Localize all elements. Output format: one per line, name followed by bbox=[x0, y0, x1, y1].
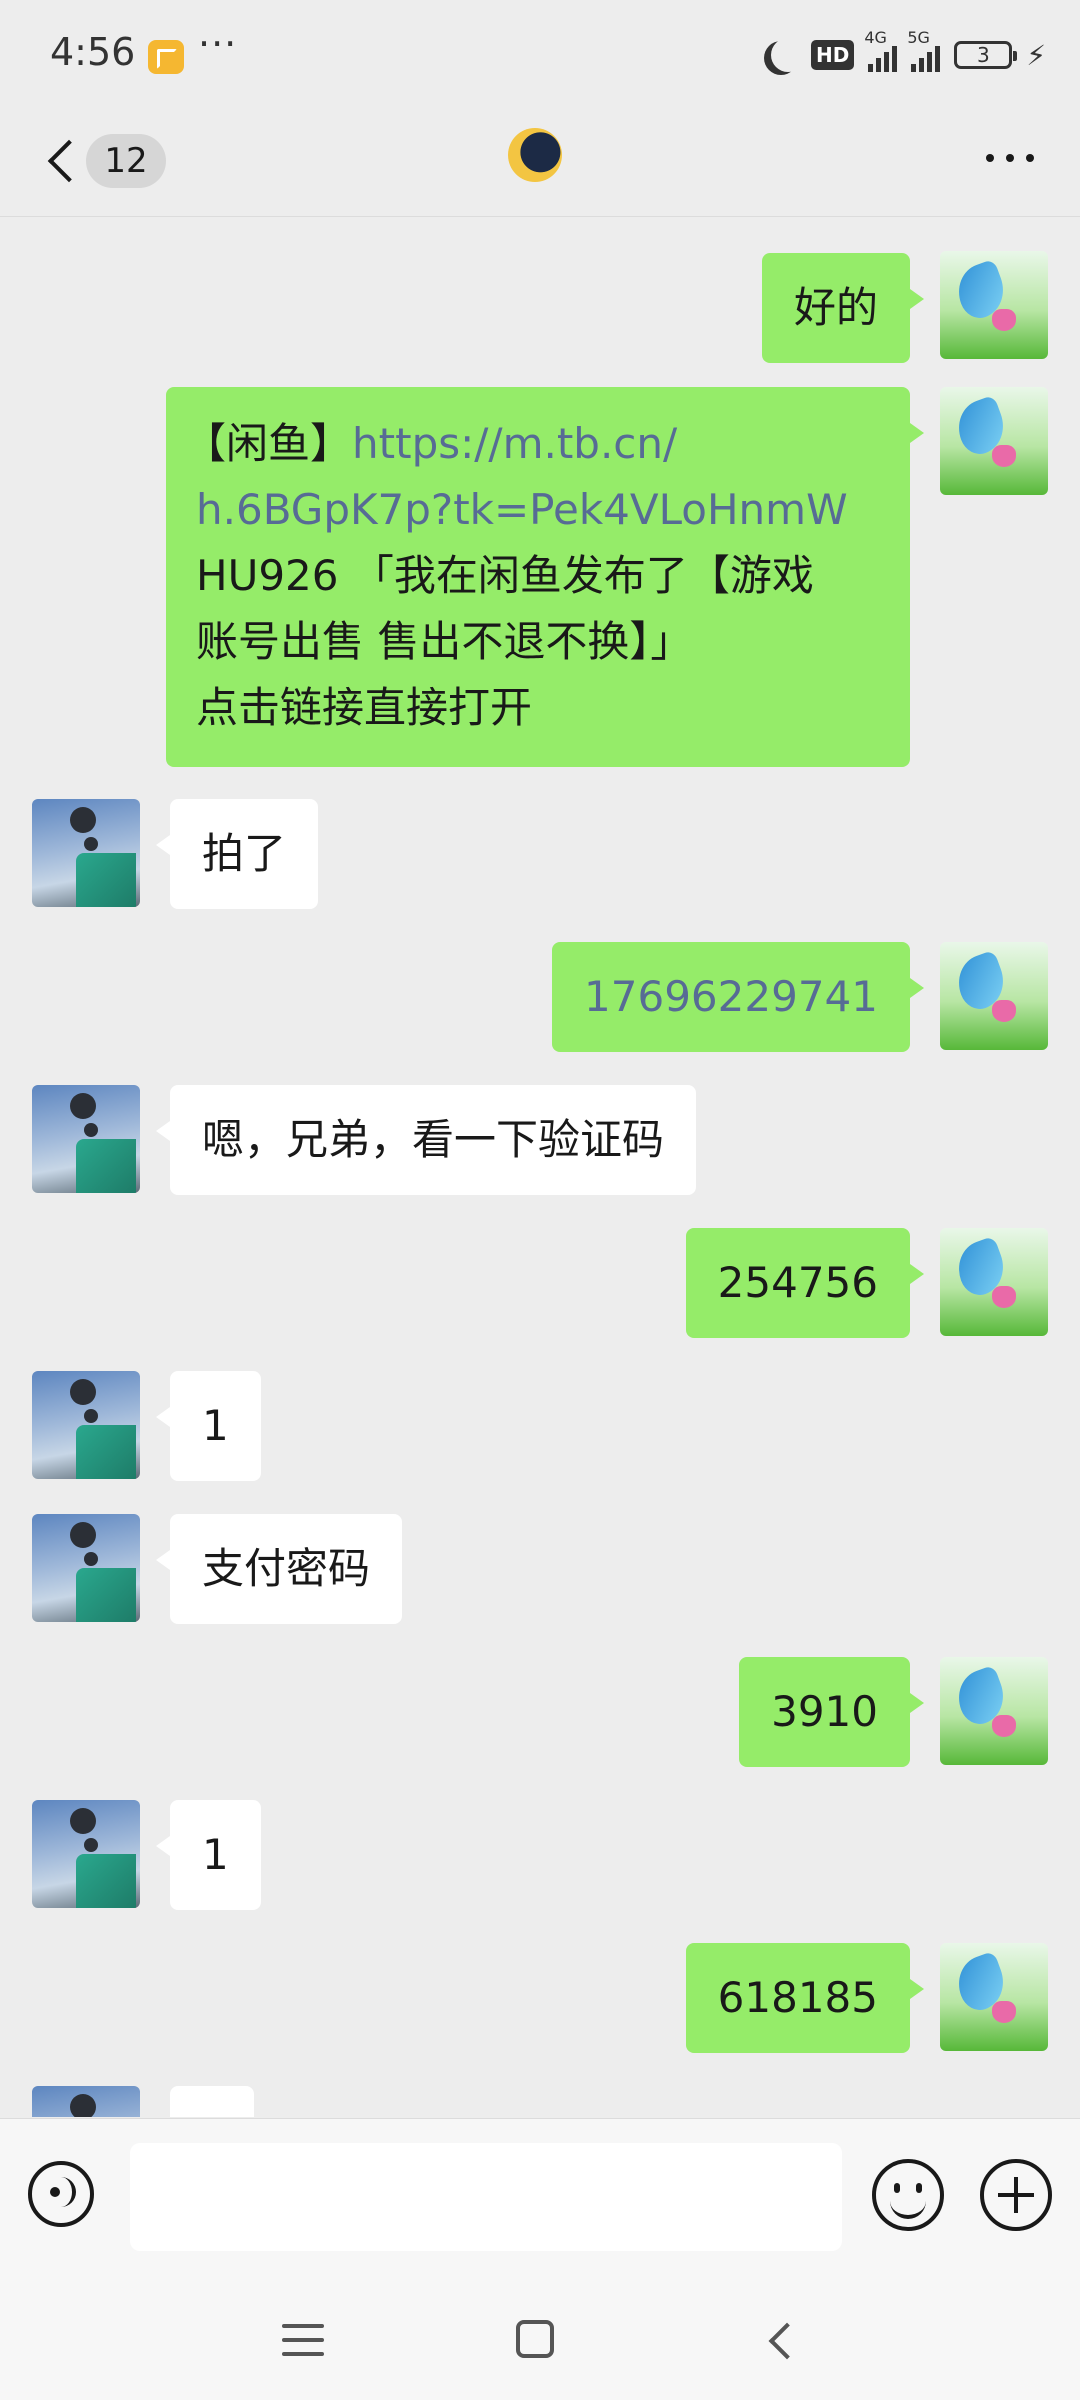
message-line: 点击链接直接打开 bbox=[196, 683, 533, 732]
system-back-icon[interactable] bbox=[760, 2322, 800, 2362]
contact-avatar[interactable] bbox=[32, 1800, 140, 1908]
message-line: h.6BGpK7p?tk=Pek4VLoHnmW bbox=[184, 477, 878, 543]
status-time: 4:56 bbox=[50, 30, 136, 74]
contact-avatar-title[interactable] bbox=[508, 128, 562, 182]
message-bubble-received[interactable]: 1 bbox=[156, 1800, 261, 1910]
my-avatar[interactable] bbox=[940, 1943, 1048, 2051]
do-not-disturb-icon bbox=[771, 38, 805, 72]
message-bubble-received[interactable]: 支付密码 bbox=[155, 1514, 403, 1624]
message-row: 拍了 bbox=[0, 799, 1080, 909]
contact-avatar[interactable] bbox=[32, 799, 140, 907]
message-row-partial bbox=[0, 2086, 1080, 2117]
message-row: 254756 bbox=[0, 1228, 1080, 1338]
voice-input-icon[interactable] bbox=[28, 2161, 94, 2227]
message-row: 3910 bbox=[0, 1657, 1080, 1767]
message-row: 好的 bbox=[0, 245, 1080, 363]
my-avatar[interactable] bbox=[940, 1228, 1048, 1336]
hd-voice-icon: HD bbox=[810, 40, 855, 70]
chat-header: 12 bbox=[0, 110, 1080, 217]
message-bubble-sent[interactable]: 好的 bbox=[761, 253, 925, 363]
notification-icon bbox=[148, 40, 184, 74]
message-row: 618185 bbox=[0, 1943, 1080, 2053]
message-bubble-sent-link[interactable]: 【闲鱼】https://m.tb.cn/ h.6BGpK7p?tk=Pek4VL… bbox=[166, 387, 924, 767]
message-bubble-sent[interactable]: 254756 bbox=[685, 1228, 925, 1338]
phone-number-link[interactable]: 17696229741 bbox=[584, 972, 878, 1021]
battery-icon: 3 bbox=[954, 41, 1018, 69]
message-bubble-sent[interactable]: 17696229741 bbox=[552, 942, 924, 1052]
signal-5g-icon: 5G bbox=[907, 28, 941, 72]
more-notifications-icon: ··· bbox=[198, 22, 238, 66]
my-avatar[interactable] bbox=[940, 1657, 1048, 1765]
message-row: 17696229741 bbox=[0, 942, 1080, 1052]
message-bubble-received[interactable]: 1 bbox=[156, 1371, 261, 1481]
message-bubble-sent[interactable]: 3910 bbox=[739, 1657, 924, 1767]
contact-avatar[interactable] bbox=[32, 2086, 140, 2117]
message-row: 1 bbox=[0, 1800, 1080, 1910]
message-row: 嗯，兄弟，看一下验证码 bbox=[0, 1085, 1080, 1195]
message-bubble-sent[interactable]: 618185 bbox=[685, 1943, 925, 2053]
system-navigation-bar bbox=[0, 2282, 1080, 2400]
more-functions-plus-icon[interactable] bbox=[980, 2159, 1052, 2231]
message-line: 账号出售 售出不退不换】」 bbox=[196, 617, 693, 666]
my-avatar[interactable] bbox=[940, 942, 1048, 1050]
shared-link[interactable]: https://m.tb.cn/ bbox=[352, 419, 677, 468]
unread-count-badge[interactable]: 12 bbox=[86, 134, 166, 188]
more-options-icon[interactable] bbox=[980, 148, 1040, 168]
recent-apps-icon[interactable] bbox=[282, 2322, 324, 2358]
message-row: 1 bbox=[0, 1371, 1080, 1481]
message-row: 【闲鱼】https://m.tb.cn/ h.6BGpK7p?tk=Pek4VL… bbox=[0, 387, 1080, 767]
message-text-input[interactable] bbox=[130, 2143, 842, 2251]
contact-avatar[interactable] bbox=[32, 1085, 140, 1193]
message-input-bar bbox=[0, 2118, 1080, 2282]
message-bubble-received[interactable]: 拍了 bbox=[155, 799, 319, 909]
battery-level: 3 bbox=[976, 43, 990, 67]
signal-4g-icon: 4G bbox=[864, 28, 898, 72]
message-row: 支付密码 bbox=[0, 1514, 1080, 1624]
emoji-icon[interactable] bbox=[872, 2159, 944, 2231]
message-line: 【闲鱼】https://m.tb.cn/ bbox=[184, 419, 678, 468]
network-4g-label: 4G bbox=[864, 28, 887, 47]
my-avatar[interactable] bbox=[940, 251, 1048, 359]
network-5g-label: 5G bbox=[907, 28, 930, 47]
contact-avatar[interactable] bbox=[32, 1371, 140, 1479]
shared-link-cont[interactable]: h.6BGpK7p?tk=Pek4VLoHnmW bbox=[196, 485, 848, 534]
charging-icon: ⚡ bbox=[1026, 38, 1046, 72]
message-bubble-received[interactable]: 嗯，兄弟，看一下验证码 bbox=[155, 1085, 697, 1195]
home-icon[interactable] bbox=[516, 2320, 554, 2358]
message-bubble-received[interactable] bbox=[170, 2086, 254, 2117]
contact-avatar[interactable] bbox=[32, 1514, 140, 1622]
status-bar: 4:56 ··· HD 4G 5G 3 ⚡ bbox=[0, 0, 1080, 110]
chat-message-list[interactable]: 好的 【闲鱼】https://m.tb.cn/ h.6BGpK7p?tk=Pek… bbox=[0, 217, 1080, 2117]
message-line: HU926 「我在闲鱼发布了【游戏 bbox=[196, 551, 814, 600]
my-avatar[interactable] bbox=[940, 387, 1048, 495]
